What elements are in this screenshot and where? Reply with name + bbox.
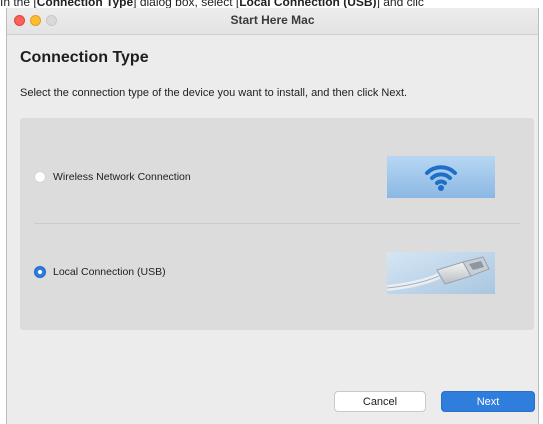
option-label-usb: Local Connection (USB) bbox=[53, 266, 166, 278]
radio-local-connection-usb[interactable] bbox=[34, 266, 46, 278]
page-title: Connection Type bbox=[20, 49, 149, 66]
installer-window: Start Here Mac Connection Type Select th… bbox=[6, 8, 539, 424]
window-title: Start Here Mac bbox=[230, 13, 315, 27]
option-local-connection-usb[interactable]: Local Connection (USB) bbox=[34, 263, 166, 281]
next-button[interactable]: Next bbox=[441, 391, 535, 412]
usb-cable-icon bbox=[387, 252, 495, 294]
options-divider bbox=[34, 223, 520, 224]
option-label-wireless: Wireless Network Connection bbox=[53, 171, 191, 183]
title-bar: Start Here Mac bbox=[7, 8, 538, 35]
radio-wireless-network-connection[interactable] bbox=[34, 171, 46, 183]
wifi-icon bbox=[387, 156, 495, 198]
cancel-button[interactable]: Cancel bbox=[334, 391, 426, 412]
connection-options-panel: Wireless Network Connection Local Connec… bbox=[20, 118, 534, 330]
option-wireless-network-connection[interactable]: Wireless Network Connection bbox=[34, 168, 191, 186]
instruction-text: Select the connection type of the device… bbox=[20, 87, 408, 99]
